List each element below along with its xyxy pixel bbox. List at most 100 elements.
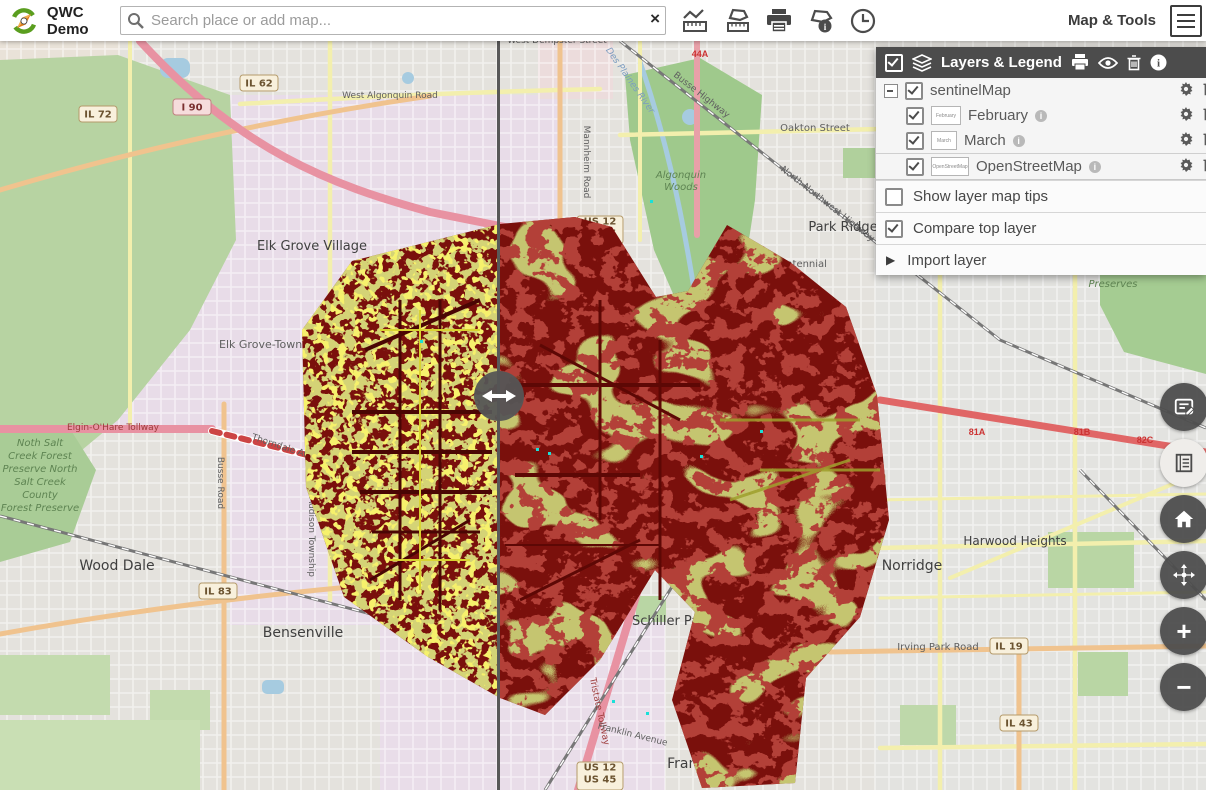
zoom-out-button[interactable]: − (1160, 663, 1206, 711)
gear-icon[interactable] (1178, 157, 1194, 177)
layer-legend-thumbnail: March (931, 131, 957, 150)
map-label: Woods (664, 182, 698, 193)
map-label: Preserves (1088, 279, 1137, 290)
search-clear-icon[interactable]: × (650, 9, 660, 29)
expand-arrow-icon: ▶ (886, 253, 895, 267)
time-icon[interactable] (848, 6, 878, 36)
svg-text:IL 72: IL 72 (84, 110, 112, 121)
map-label: Mannheim Road (581, 126, 591, 199)
panel-title: Layers & Legend (941, 54, 1062, 71)
measure-line-icon[interactable] (680, 6, 710, 36)
search-input[interactable] (120, 6, 666, 35)
map-label: Busse Road (215, 457, 225, 509)
layer-label[interactable]: March (964, 132, 1006, 149)
layer-label[interactable]: OpenStreetMap (976, 158, 1082, 175)
svg-text:IL 83: IL 83 (204, 587, 232, 598)
map-tools-menu[interactable]: Map & Tools (1068, 12, 1156, 29)
layer-legend-thumbnail: OpenStreetMap (931, 157, 969, 176)
map-label: Salt Creek (14, 477, 67, 488)
svg-text:US 12: US 12 (584, 763, 617, 774)
print-legend-icon[interactable] (1071, 54, 1089, 71)
layer-label[interactable]: February (968, 107, 1028, 124)
route-shield: IL 62 (240, 75, 278, 91)
toolbar: i (680, 6, 878, 36)
map-label: Harwood Heights (963, 534, 1066, 548)
info-icon[interactable]: i (1150, 54, 1167, 71)
route-shield: IL 83 (199, 583, 237, 599)
option-label[interactable]: Compare top layer (913, 220, 1036, 237)
map-label: West Algonquin Road (342, 91, 438, 101)
map-label: Oakton Street (780, 123, 850, 134)
layer-checkbox[interactable] (906, 107, 924, 125)
identify-region-icon[interactable]: i (806, 6, 836, 36)
layer-row-icons (1178, 131, 1206, 151)
route-shield: IL 43 (1000, 715, 1038, 731)
layer-row-icons (1178, 157, 1206, 177)
map-label: Bensenville (263, 625, 343, 641)
gear-icon[interactable] (1178, 131, 1194, 151)
layer-checkbox[interactable] (905, 82, 923, 100)
report-button[interactable] (1160, 383, 1206, 431)
option-checkbox[interactable] (885, 188, 903, 206)
layer-legend-thumbnail: February (931, 106, 961, 125)
measure-area-icon[interactable] (722, 6, 752, 36)
motorway-exit-label: 44A (692, 49, 709, 59)
layers-icon (912, 54, 932, 72)
gear-icon[interactable] (1178, 81, 1194, 101)
theme-visibility-checkbox[interactable] (885, 54, 903, 72)
route-shield: I 90 (173, 99, 211, 115)
compare-slider-handle[interactable] (474, 371, 524, 421)
locate-button[interactable] (1160, 551, 1206, 599)
svg-text:i: i (1157, 58, 1160, 70)
legend-button[interactable] (1160, 439, 1206, 487)
trash-icon[interactable] (1127, 55, 1141, 71)
home-button[interactable] (1160, 495, 1206, 543)
import-layer-row[interactable]: ▶ Import layer (876, 244, 1206, 275)
search-box: × (120, 6, 666, 35)
eye-icon[interactable] (1098, 56, 1118, 70)
hamburger-menu-icon[interactable] (1170, 5, 1202, 37)
route-shield: US 12US 45 (577, 762, 623, 790)
svg-text:US 45: US 45 (584, 775, 617, 786)
layers-panel: Layers & Legend i sentinelMapFebruaryFeb… (876, 47, 1206, 275)
app-logo: QWC Demo (0, 3, 120, 39)
layer-row-icons (1178, 106, 1206, 126)
layer-row-february: February February i (876, 103, 1206, 128)
print-icon[interactable] (764, 6, 794, 36)
map-label: Forest Preserve (1, 503, 79, 514)
gear-icon[interactable] (1178, 106, 1194, 126)
map-label: Noth Salt (17, 438, 64, 449)
layer-info-icon[interactable]: i (1089, 161, 1101, 173)
map-label: Wood Dale (79, 558, 154, 574)
layer-row-openstreetmap: OpenStreetMap OpenStreetMap i (876, 153, 1206, 180)
search-icon (127, 12, 144, 29)
option-row: Compare top layer (876, 212, 1206, 244)
layers-panel-header: Layers & Legend i (876, 47, 1206, 78)
layer-row-sentinelmap: sentinelMap (876, 78, 1206, 103)
map-label: Norridge (882, 558, 943, 574)
zoom-in-button[interactable]: + (1160, 607, 1206, 655)
motorway-exit-label: 81A (969, 427, 986, 437)
app-title: QWC Demo (47, 4, 120, 38)
layer-row-icons (1178, 81, 1206, 101)
top-bar: QWC Demo × i Map & Tools (0, 0, 1206, 41)
layer-checkbox[interactable] (906, 132, 924, 150)
collapse-expander[interactable] (884, 84, 898, 98)
layer-row-march: MarchMarchi (876, 128, 1206, 153)
svg-text:I 90: I 90 (181, 103, 202, 114)
option-label[interactable]: Show layer map tips (913, 188, 1048, 205)
svg-text:IL 43: IL 43 (1005, 719, 1033, 730)
layer-label[interactable]: sentinelMap (930, 82, 1011, 99)
route-shield: IL 19 (990, 638, 1028, 654)
menu-area: Map & Tools (1068, 5, 1206, 37)
option-checkbox[interactable] (885, 220, 903, 238)
motorway-exit-label: 81B (1074, 427, 1091, 437)
layer-info-icon[interactable]: i (1013, 135, 1025, 147)
map-label: Irving Park Road (897, 642, 979, 653)
motorway-exit-label: 82C (1137, 435, 1154, 445)
map-label: Algonquin (655, 170, 706, 181)
layer-info-icon[interactable]: i (1035, 110, 1047, 122)
svg-text:IL 62: IL 62 (245, 79, 273, 90)
layer-checkbox[interactable] (906, 158, 924, 176)
layer-tree: sentinelMapFebruaryFebruaryiMarchMarchiO… (876, 78, 1206, 180)
